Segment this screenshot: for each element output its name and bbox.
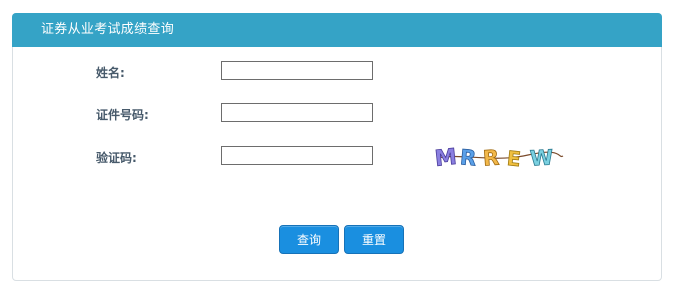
captcha-char: E [506, 146, 522, 171]
captcha-label: 验证码: [96, 151, 137, 165]
query-button[interactable]: 查询 [279, 225, 339, 254]
captcha-input[interactable] [221, 146, 373, 165]
id-number-label: 证件号码: [96, 108, 149, 122]
captcha-char: R [482, 146, 500, 171]
reset-button[interactable]: 重置 [344, 225, 404, 254]
query-panel: 证券从业考试成绩查询 姓名: 证件号码: 验证码: M R R E W 查询 重… [12, 13, 662, 281]
panel-title: 证券从业考试成绩查询 [41, 22, 175, 37]
captcha-char: M [434, 145, 458, 171]
captcha-char: W [529, 145, 553, 170]
name-label: 姓名: [96, 66, 125, 80]
id-number-input[interactable] [221, 103, 373, 122]
name-input[interactable] [221, 61, 373, 80]
captcha-char: R [459, 145, 477, 170]
panel-header: 证券从业考试成绩查询 [12, 13, 662, 47]
captcha-image[interactable]: M R R E W [433, 141, 565, 171]
